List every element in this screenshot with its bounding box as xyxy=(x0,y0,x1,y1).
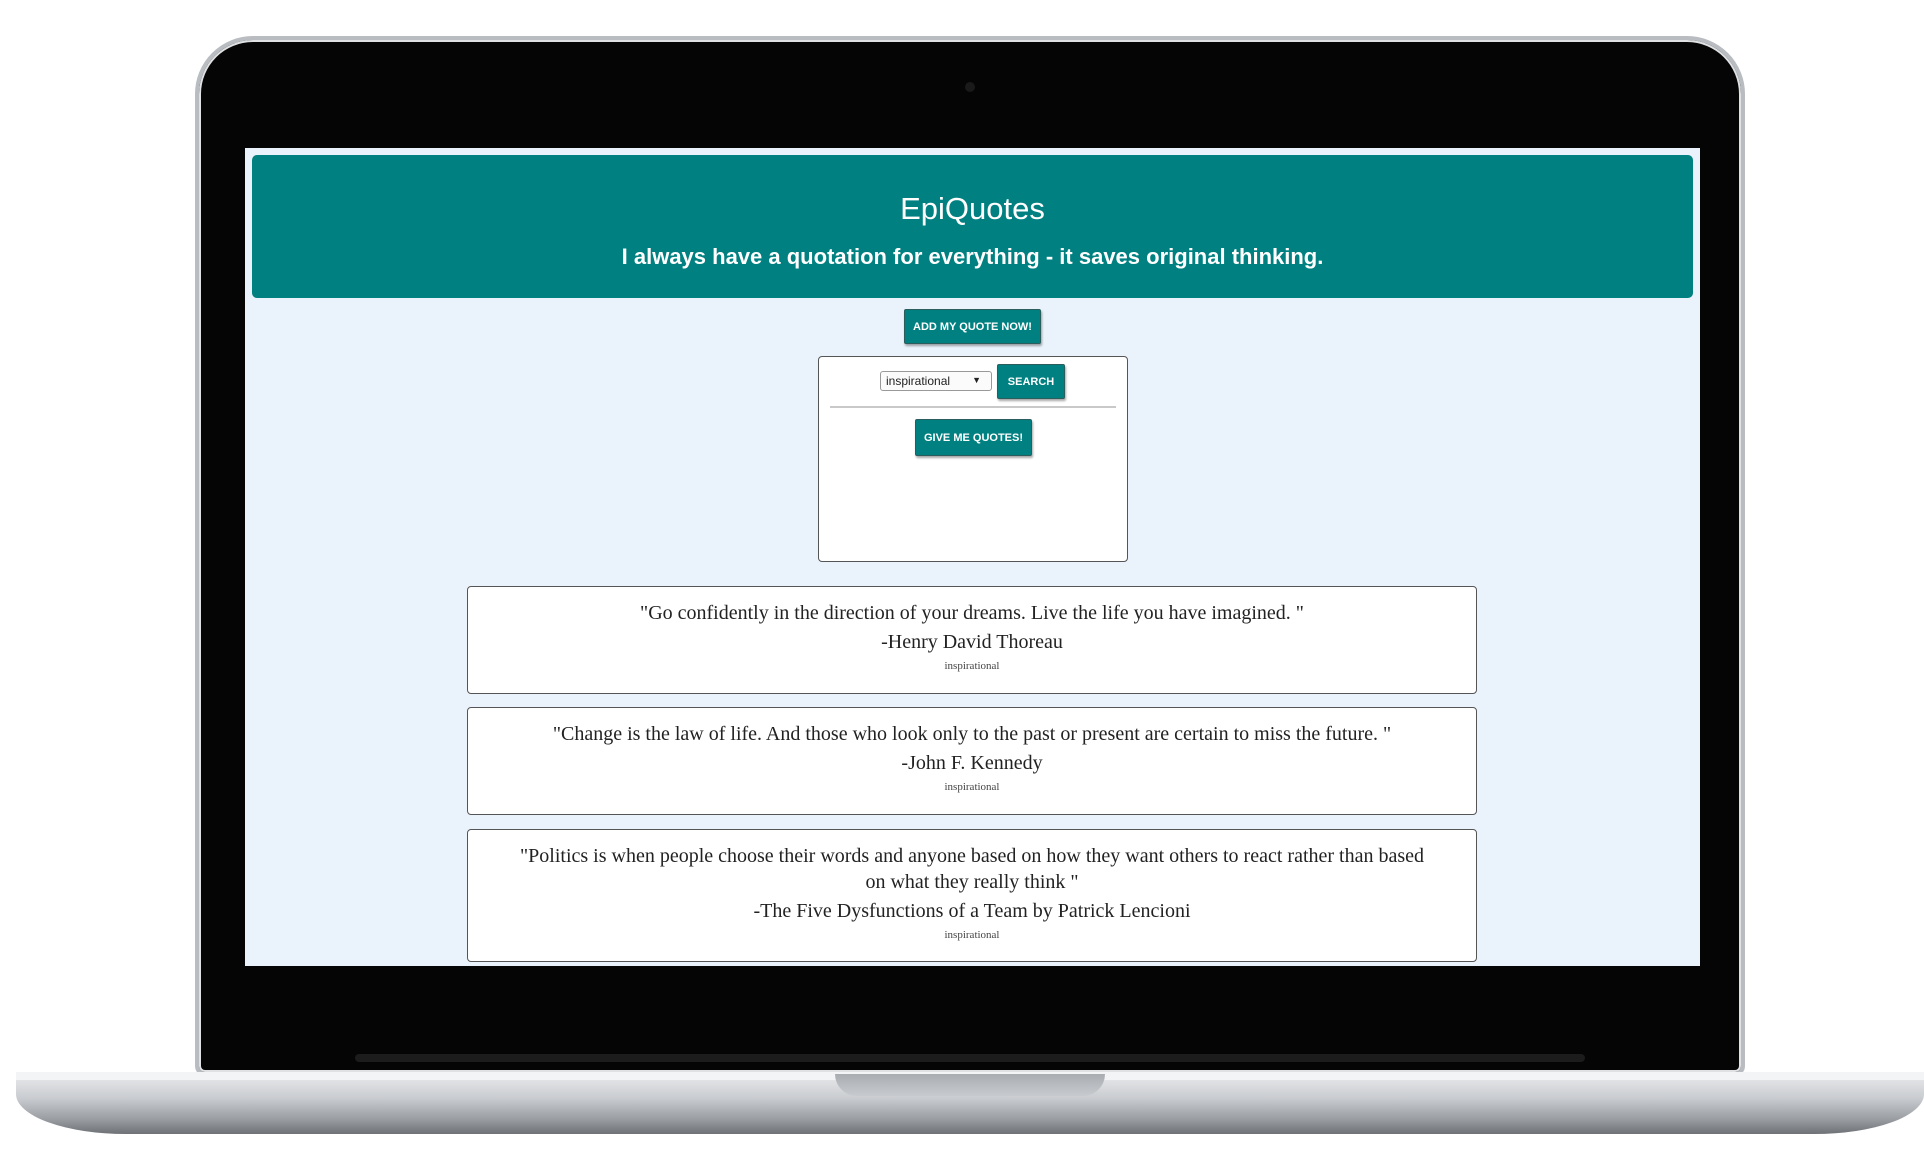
add-quote-button[interactable]: ADD MY QUOTE NOW! xyxy=(904,309,1041,344)
quote-category: inspirational xyxy=(944,660,1000,672)
quote-author: -John F. Kennedy xyxy=(901,752,1043,774)
category-select[interactable]: inspirational ▼ xyxy=(880,371,992,391)
give-quotes-button[interactable]: GIVE ME QUOTES! xyxy=(915,419,1032,456)
quote-card: "Politics is when people choose their wo… xyxy=(467,829,1477,962)
divider xyxy=(830,406,1116,408)
quote-text: "Change is the law of life. And those wh… xyxy=(552,723,1392,745)
laptop-notch xyxy=(835,1074,1105,1096)
chevron-down-icon: ▼ xyxy=(972,375,981,385)
search-button[interactable]: SEARCH xyxy=(997,364,1065,399)
quote-card: "Go confidently in the direction of your… xyxy=(467,586,1477,694)
quote-author: -Henry David Thoreau xyxy=(881,631,1063,653)
site-header: EpiQuotes I always have a quotation for … xyxy=(252,155,1693,298)
quote-category: inspirational xyxy=(944,929,1000,941)
category-select-value: inspirational xyxy=(886,374,951,388)
quote-text: "Go confidently in the direction of your… xyxy=(640,602,1304,624)
site-title: EpiQuotes xyxy=(900,191,1045,226)
laptop-hinge xyxy=(355,1054,1585,1062)
quote-author: -The Five Dysfunctions of a Team by Patr… xyxy=(753,900,1191,922)
search-panel: inspirational ▼ SEARCH GIVE ME QUOTES! xyxy=(818,356,1128,562)
site-tagline: I always have a quotation for everything… xyxy=(621,244,1324,269)
screen: EpiQuotes I always have a quotation for … xyxy=(245,148,1700,966)
quote-category: inspirational xyxy=(944,781,1000,793)
camera-icon xyxy=(965,82,975,92)
quote-card: "Change is the law of life. And those wh… xyxy=(467,707,1477,815)
quote-text: "Politics is when people choose their wo… xyxy=(519,845,1425,893)
